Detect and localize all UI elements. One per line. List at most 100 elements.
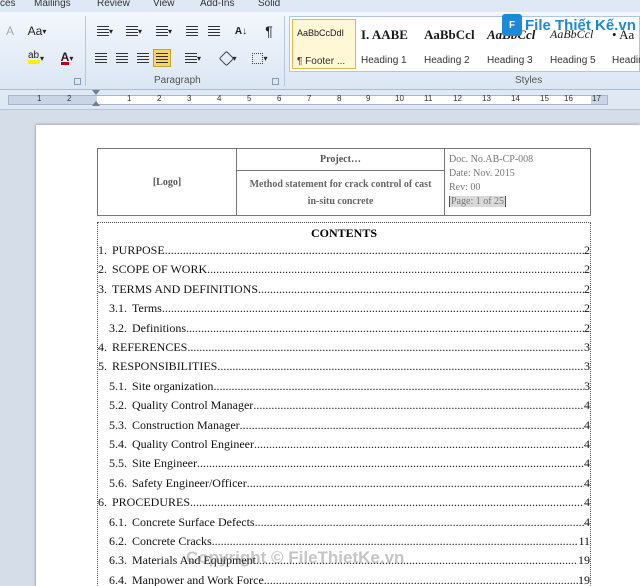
paragraph-dialog-launcher[interactable] xyxy=(272,78,279,85)
toc-dot-leader xyxy=(254,437,584,452)
toc-entry-text: REFERENCES xyxy=(112,340,188,354)
toc-entry-text: SCOPE OF WORK xyxy=(112,262,208,277)
tab-references[interactable]: ces xyxy=(0,0,16,9)
toc-entry-number: 3.2. xyxy=(109,320,127,335)
font-dialog-launcher[interactable] xyxy=(74,78,81,85)
bullets-icon xyxy=(96,26,109,36)
toc-entry[interactable]: 5.4. Quality Control Engineer 4 xyxy=(98,437,592,453)
align-right-button[interactable] xyxy=(134,49,152,67)
toc-entry[interactable]: 2. SCOPE OF WORK 2 xyxy=(98,262,592,278)
toc-entry-text: PROCEDURES xyxy=(112,495,191,510)
increase-indent-button[interactable] xyxy=(205,22,223,40)
toc-entry-text: Concrete Cracks xyxy=(132,534,212,548)
ruler-number: 12 xyxy=(453,94,462,103)
toc-entry-text: PURPOSE xyxy=(112,243,165,257)
toc-entry[interactable]: 5.6. Safety Engineer/Officer 4 xyxy=(98,476,592,492)
show-formatting-button[interactable]: ¶ xyxy=(261,22,277,40)
change-case-button[interactable]: Aa ▾ xyxy=(24,22,50,40)
toc-entry-number: 6.4. xyxy=(109,572,127,586)
style-footer[interactable]: AaBbCcDdI ¶ Footer ... xyxy=(292,19,356,69)
style-heading-1[interactable]: I. AABE Heading 1 xyxy=(357,19,421,69)
toc-dot-leader xyxy=(213,379,584,394)
toc-entry[interactable]: 3.2. Definitions 2 xyxy=(98,321,592,337)
justify-button[interactable] xyxy=(153,49,171,67)
toc-entry-number: 3.1. xyxy=(109,301,127,316)
toc-entry[interactable]: 5.2. Quality Control Manager 4 xyxy=(98,398,592,414)
sort-icon: A↓ xyxy=(234,25,248,37)
tab-add-ins[interactable]: Add-Ins xyxy=(200,0,234,9)
toc-entry-page: 19 xyxy=(578,572,590,586)
pilcrow-icon: ¶ xyxy=(265,23,273,39)
toc-dot-leader xyxy=(240,418,584,433)
document-page[interactable]: [Logo] Project… Method statement for cra… xyxy=(36,125,640,586)
horizontal-ruler[interactable]: 1 2 1 2 3 4 5 6 7 8 9 10 11 12 13 14 15 … xyxy=(0,90,640,110)
toc-entry[interactable]: 6.1. Concrete Surface Defects 4 xyxy=(98,515,592,531)
page-number-field[interactable]: Page: 1 of 25 xyxy=(449,196,507,207)
tab-mailings[interactable]: Mailings xyxy=(34,0,71,9)
toc-entry[interactable]: 3.1. Terms 2 xyxy=(98,301,592,317)
toc-entry-text: TERMS AND DEFINITIONS xyxy=(112,281,259,296)
toc-entry-page: 4 xyxy=(584,437,590,451)
ruler-number: 2 xyxy=(157,94,162,103)
toc-dot-leader xyxy=(212,534,579,549)
tab-view[interactable]: View xyxy=(153,0,175,9)
style-heading-2[interactable]: AaBbCcl Heading 2 xyxy=(420,19,484,69)
indent-marker-handle[interactable] xyxy=(92,90,100,108)
decrease-indent-icon xyxy=(186,26,198,36)
ruler-number: 15 xyxy=(540,94,549,103)
toc-title: CONTENTS xyxy=(310,226,378,240)
toc-entry-text: Definitions xyxy=(132,320,186,335)
toc-entry-page: 4 xyxy=(584,475,590,490)
toc-dot-leader xyxy=(217,359,584,374)
grow-font-button[interactable]: A xyxy=(2,22,18,40)
toc-entry[interactable]: 6. PROCEDURES 4 xyxy=(98,495,592,511)
bullets-button[interactable]: ▾ xyxy=(92,22,118,40)
toc-entry[interactable]: 5.1. Site organization 3 xyxy=(98,379,592,395)
font-color-icon: A xyxy=(60,49,70,65)
toc-entry-text: Concrete Surface Defects xyxy=(132,514,255,529)
toc-entry-page: 4 xyxy=(584,495,590,510)
decrease-indent-button[interactable] xyxy=(183,22,201,40)
font-color-button[interactable]: A ▾ xyxy=(55,49,79,67)
multilevel-list-button[interactable]: ▾ xyxy=(151,22,177,40)
toc-dot-leader xyxy=(186,321,584,336)
toc-entry[interactable]: 5.3. Construction Manager 4 xyxy=(98,418,592,434)
tab-review[interactable]: Review xyxy=(97,0,130,9)
toc-entry-number: 2. xyxy=(98,262,107,277)
toc-entry-page: 3 xyxy=(584,378,590,393)
ruler-number: 16 xyxy=(564,94,573,103)
watermark-logo: F File Thiết Kế.vn xyxy=(502,14,636,36)
header-project: Project… xyxy=(237,149,445,171)
group-separator xyxy=(284,16,285,86)
toc-entry-text: Safety Engineer/Officer xyxy=(132,475,247,490)
ruler-number: 10 xyxy=(395,94,404,103)
line-spacing-button[interactable]: ▾ xyxy=(180,49,206,67)
toc-entry-page: 2 xyxy=(584,320,590,335)
toc-entry-page: 3 xyxy=(584,359,590,374)
ruler-number: 14 xyxy=(511,94,520,103)
tab-solid[interactable]: Solid xyxy=(258,0,280,9)
toc-entry[interactable]: 5. RESPONSIBILITIES 3 xyxy=(98,359,592,375)
borders-button[interactable]: ▾ xyxy=(247,49,273,67)
toc-entry[interactable]: 6.4. Manpower and Work Force 19 xyxy=(98,573,592,586)
toc-entry-number: 5.2. xyxy=(109,398,127,413)
sort-button[interactable]: A↓ xyxy=(232,22,250,40)
toc-entry[interactable]: 3. TERMS AND DEFINITIONS 2 xyxy=(98,282,592,298)
toc-dot-leader xyxy=(187,340,584,355)
ruler-number: 5 xyxy=(247,94,252,103)
toc-entry[interactable]: 4. REFERENCES 3 xyxy=(98,340,592,356)
toc-entry[interactable]: 1. PURPOSE 2 xyxy=(98,243,592,259)
shading-button[interactable]: ▾ xyxy=(216,49,242,67)
numbering-button[interactable]: ▾ xyxy=(121,22,147,40)
align-left-button[interactable] xyxy=(92,49,110,67)
align-center-button[interactable] xyxy=(113,49,131,67)
table-of-contents[interactable]: CONTENTS 1. PURPOSE 2 2. SCOPE OF WORK 2 3. TER… xyxy=(97,222,591,586)
ruler-number: 7 xyxy=(307,94,312,103)
ruler-number: 17 xyxy=(592,94,601,103)
ruler-number: 11 xyxy=(424,94,433,103)
toc-entry[interactable]: 5.5. Site Engineer 4 xyxy=(98,456,592,472)
ruler-number: 2 xyxy=(67,94,72,103)
doc-revision: Rev: 00 xyxy=(449,182,481,193)
highlight-color-button[interactable]: ab ▾ xyxy=(24,49,48,67)
toc-dot-leader xyxy=(264,573,578,586)
